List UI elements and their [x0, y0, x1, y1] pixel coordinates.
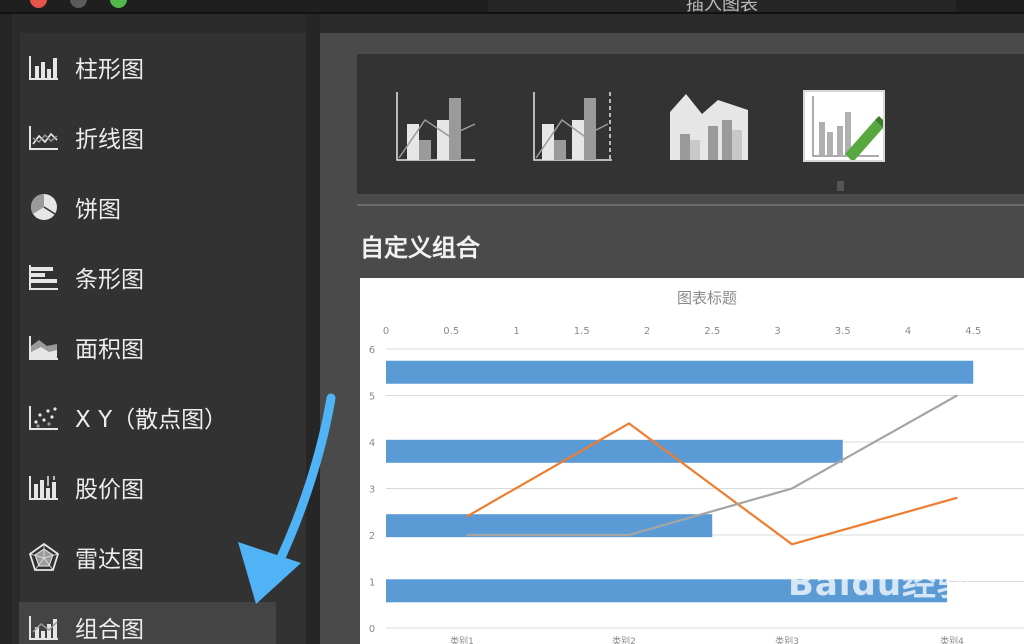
x-tick-label: 1.5 [574, 326, 590, 337]
left-strip [0, 14, 12, 644]
sidebar-item-stock[interactable]: 股价图 [19, 462, 276, 512]
category-label: 类别4 [940, 635, 964, 644]
sidebar-item-label: 柱形图 [75, 57, 144, 83]
sidebar-item-bar[interactable]: 条形图 [19, 252, 276, 302]
x-tick-label: 2.5 [704, 326, 720, 337]
stacked-area-clustered-column-icon[interactable] [668, 90, 750, 162]
radar-chart-icon [28, 542, 60, 571]
sidebar-item-label: X Y（散点图） [75, 407, 228, 433]
line-chart-icon [29, 126, 58, 150]
y-tick-label: 0 [369, 624, 375, 635]
bar-chart-icon [29, 265, 58, 290]
minimize-window-button[interactable] [70, 0, 87, 8]
sidebar-item-label: 折线图 [75, 127, 144, 153]
pie-chart-icon [30, 193, 57, 220]
column-chart-icon [29, 56, 58, 80]
bar [386, 360, 974, 384]
line-point [628, 422, 630, 425]
watermark-url: jingyan.baidu.com [818, 603, 957, 621]
sidebar-item-column[interactable]: 柱形图 [19, 42, 276, 92]
category-label: 类别1 [450, 635, 474, 644]
sidebar-item-label: 雷达图 [75, 547, 144, 573]
strip-separator [357, 204, 1024, 206]
x-tick-label: 0 [383, 326, 389, 337]
line-point [791, 543, 793, 546]
sidebar-item-pie[interactable]: 饼图 [19, 182, 276, 232]
selection-indicator [837, 181, 844, 191]
x-tick-label: 4 [905, 326, 911, 337]
window-title: 插入图表 [686, 0, 758, 12]
chart-title: 图表标题 [677, 289, 737, 307]
zoom-window-button[interactable] [110, 0, 127, 8]
line-point [956, 497, 958, 499]
line-point [628, 534, 630, 536]
stock-chart-icon [29, 476, 58, 500]
x-tick-label: 4.5 [965, 326, 981, 337]
section-title: 自定义组合 [360, 234, 480, 262]
category-label: 类别3 [775, 635, 799, 644]
y-tick-label: 2 [369, 531, 375, 542]
y-tick-label: 6 [369, 345, 375, 356]
y-tick-label: 4 [369, 438, 375, 449]
title-bar: 插入图表 [0, 0, 1024, 12]
sidebar-item-label: 面积图 [75, 337, 144, 363]
sidebar-item-label: 条形图 [75, 267, 144, 293]
series-line [467, 394, 958, 537]
close-window-button[interactable] [30, 0, 47, 8]
x-tick-label: 0.5 [443, 326, 459, 337]
x-tick-label: 3 [774, 326, 780, 337]
x-tick-label: 2 [644, 326, 650, 337]
x-tick-label: 3.5 [835, 326, 851, 337]
x-tick-label: 1 [513, 326, 519, 337]
line-point [791, 487, 793, 490]
bar [386, 439, 843, 463]
sidebar-item-line[interactable]: 折线图 [19, 112, 276, 162]
sidebar-item-area[interactable]: 面积图 [19, 322, 276, 372]
clustered-column-line-icon[interactable] [395, 90, 477, 162]
sidebar-item-label: 组合图 [75, 617, 144, 643]
title-divider [0, 12, 1024, 14]
scatter-chart-icon [29, 406, 58, 430]
sidebar-item-label: 饼图 [75, 197, 121, 223]
panel-divider [306, 14, 320, 644]
clustered-column-line-secondary-axis-icon[interactable] [532, 90, 614, 162]
area-chart-icon [29, 336, 58, 360]
line-point [466, 534, 468, 536]
sidebar-item-radar[interactable]: 雷达图 [19, 532, 276, 582]
y-tick-label: 3 [369, 485, 375, 496]
sidebar-item-combo[interactable]: 组合图 [19, 602, 276, 644]
sidebar-item-label: 股价图 [75, 477, 144, 503]
custom-combination-icon [812, 96, 887, 162]
combo-chart-icon [29, 616, 58, 640]
category-label: 类别2 [612, 635, 636, 644]
custom-combination-tile[interactable] [803, 90, 887, 162]
sidebar-item-scatter[interactable]: X Y（散点图） [19, 392, 276, 442]
line-point [466, 515, 468, 518]
title-slot: 插入图表 [488, 0, 956, 12]
y-tick-label: 5 [369, 392, 375, 403]
y-tick-label: 1 [369, 578, 375, 589]
line-point [956, 394, 958, 397]
watermark-text: Baidu经验 [788, 564, 973, 604]
watermark: Baidu经验 jingyan.baidu.com [788, 556, 972, 621]
